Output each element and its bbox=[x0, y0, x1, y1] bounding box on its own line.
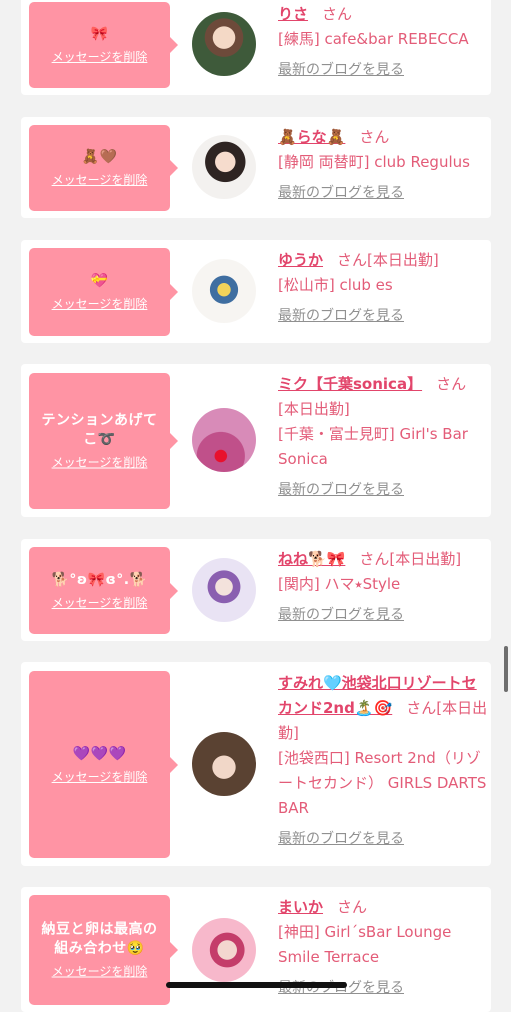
delete-message-link[interactable]: メッセージを削除 bbox=[52, 171, 148, 188]
latest-blog-link[interactable]: 最新のブログを見る bbox=[278, 976, 488, 1001]
honorific: さん bbox=[337, 251, 368, 269]
message-bubble: 🧸🤎 メッセージを削除 bbox=[29, 125, 178, 211]
delete-message-link[interactable]: メッセージを削除 bbox=[52, 594, 148, 611]
honorific: さん bbox=[359, 550, 390, 568]
shop-name: [神田] Girl´sBar Lounge Smile Terrace bbox=[278, 923, 452, 966]
honorific: さん bbox=[359, 128, 390, 146]
delete-message-link[interactable]: メッセージを削除 bbox=[52, 963, 148, 980]
avatar[interactable] bbox=[192, 918, 256, 982]
shop-name: [千葉・富士見町] Girl's Bar Sonica bbox=[278, 425, 468, 468]
message-bubble: 💝 メッセージを削除 bbox=[29, 248, 178, 336]
shop-name: [池袋西口] Resort 2nd（リゾートセカンド） GIRLS DARTS … bbox=[278, 749, 487, 817]
work-status: [本日出勤] bbox=[367, 251, 439, 269]
message-bubble: 🐕°ʚ🎀ɞ°.🐕 メッセージを削除 bbox=[29, 547, 178, 634]
avatar[interactable] bbox=[192, 408, 256, 472]
message-text: 納豆と卵は最高の組み合わせ🥹 bbox=[41, 921, 158, 957]
message-text: 💜💜💜 bbox=[72, 745, 127, 762]
latest-blog-link[interactable]: 最新のブログを見る bbox=[278, 478, 488, 503]
shop-name: [静岡 両替町] club Regulus bbox=[278, 153, 470, 171]
delete-message-link[interactable]: メッセージを削除 bbox=[52, 48, 148, 65]
latest-blog-link[interactable]: 最新のブログを見る bbox=[278, 181, 488, 206]
message-text: テンションあげてこ➰ bbox=[41, 412, 158, 448]
message-text: 🐕°ʚ🎀ɞ°.🐕 bbox=[51, 571, 148, 588]
message-card: 納豆と卵は最高の組み合わせ🥹 メッセージを削除 まいか さん [神田] Girl´… bbox=[21, 887, 491, 1012]
avatar[interactable] bbox=[192, 732, 256, 796]
honorific: さん bbox=[436, 375, 467, 393]
avatar[interactable] bbox=[192, 259, 256, 323]
delete-message-link[interactable]: メッセージを削除 bbox=[52, 768, 148, 785]
honorific: さん bbox=[322, 5, 353, 23]
message-card: 🧸🤎 メッセージを削除 🧸らな🧸 さん [静岡 両替町] club Regulus… bbox=[21, 117, 491, 218]
delete-message-link[interactable]: メッセージを削除 bbox=[52, 454, 148, 471]
honorific: さん bbox=[337, 898, 368, 916]
shop-name: [練馬] cafe&bar REBECCA bbox=[278, 30, 469, 48]
latest-blog-link[interactable]: 最新のブログを見る bbox=[278, 603, 488, 628]
work-status: [本日出勤] bbox=[278, 400, 350, 418]
message-card: テンションあげてこ➰ メッセージを削除 ミク【千葉sonica】 さん [本日出勤… bbox=[21, 364, 491, 517]
message-text: 💝 bbox=[90, 273, 109, 289]
work-status: [本日出勤] bbox=[389, 550, 462, 568]
message-text: 🧸🤎 bbox=[81, 149, 118, 165]
honorific: さん bbox=[406, 699, 437, 717]
avatar[interactable] bbox=[192, 558, 256, 622]
cast-name-link[interactable]: ゆうか bbox=[278, 251, 323, 269]
message-card: 🎀 メッセージを削除 りさ さん [練馬] cafe&bar REBECCA 最新… bbox=[21, 0, 491, 95]
message-text: 🎀 bbox=[90, 26, 109, 42]
message-card: 💜💜💜 メッセージを削除 すみれ🩵池袋北口リゾートセカンド2nd🏝️🎯 さん[本日… bbox=[21, 662, 491, 866]
shop-name: [関内] ハマ⭑Style bbox=[278, 575, 401, 593]
scrollbar[interactable] bbox=[504, 646, 508, 692]
latest-blog-link[interactable]: 最新のブログを見る bbox=[278, 304, 488, 329]
cast-name-link[interactable]: ミク【千葉sonica】 bbox=[278, 375, 422, 393]
cast-name-link[interactable]: ねね🐕🎀 bbox=[278, 550, 345, 568]
cast-name-link[interactable]: りさ bbox=[278, 5, 308, 23]
latest-blog-link[interactable]: 最新のブログを見る bbox=[278, 827, 488, 852]
message-card: 💝 メッセージを削除 ゆうか さん[本日出勤] [松山市] club es 最新の… bbox=[21, 240, 491, 343]
avatar[interactable] bbox=[192, 135, 256, 199]
shop-name: [松山市] club es bbox=[278, 276, 393, 294]
message-bubble: 納豆と卵は最高の組み合わせ🥹 メッセージを削除 bbox=[29, 895, 178, 1005]
home-indicator[interactable] bbox=[166, 982, 347, 988]
message-bubble: 💜💜💜 メッセージを削除 bbox=[29, 671, 178, 858]
avatar[interactable] bbox=[192, 12, 256, 76]
message-card: 🐕°ʚ🎀ɞ°.🐕 メッセージを削除 ねね🐕🎀 さん[本日出勤] [関内] ハマ⭑S… bbox=[21, 539, 491, 641]
cast-name-link[interactable]: 🧸らな🧸 bbox=[278, 128, 345, 146]
delete-message-link[interactable]: メッセージを削除 bbox=[52, 295, 148, 312]
message-bubble: 🎀 メッセージを削除 bbox=[29, 2, 178, 88]
latest-blog-link[interactable]: 最新のブログを見る bbox=[278, 58, 488, 83]
message-bubble: テンションあげてこ➰ メッセージを削除 bbox=[29, 373, 178, 509]
cast-name-link[interactable]: まいか bbox=[278, 898, 323, 916]
